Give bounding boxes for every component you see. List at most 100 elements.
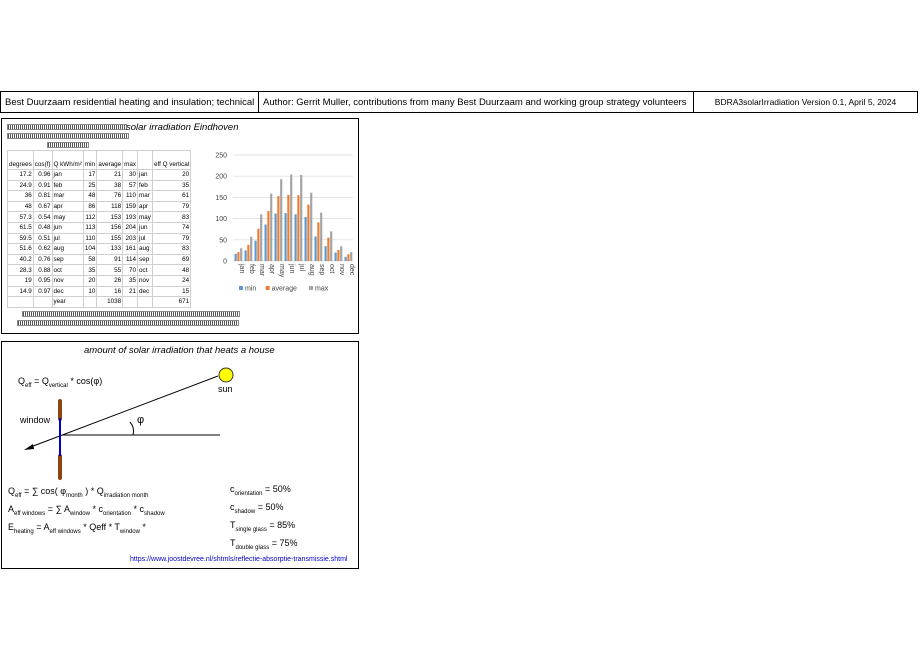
table-cell: 55 bbox=[96, 264, 124, 276]
table-cell: 110 bbox=[122, 190, 139, 202]
bar-min bbox=[304, 216, 307, 261]
table-cell: degrees bbox=[7, 150, 34, 170]
panel-title: amount of solar irradiation that heats a… bbox=[84, 345, 275, 356]
table-cell: min bbox=[82, 150, 98, 170]
hatch-bar bbox=[22, 311, 240, 317]
bar-max bbox=[340, 246, 343, 261]
table-cell: 58 bbox=[82, 253, 98, 266]
coef-shadow: cshadow = 50% bbox=[230, 502, 284, 515]
x-tick-label: may bbox=[278, 264, 285, 278]
hatch-bar bbox=[7, 124, 127, 130]
table-cell: 25 bbox=[82, 179, 98, 192]
table-cell: 0.97 bbox=[32, 285, 53, 298]
x-tick-label: jun bbox=[288, 263, 295, 273]
table-row: 51.6 0.62 aug 104 133 161 aug 83 bbox=[7, 243, 192, 255]
table-cell: feb bbox=[137, 179, 153, 192]
table-header-row: degrees cos(f) Q kWh/m² min average max eff Q … bbox=[7, 150, 192, 170]
table-cell: 17 bbox=[82, 169, 98, 181]
table-cell: 79 bbox=[151, 200, 192, 213]
table-cell: 0.54 bbox=[32, 211, 53, 223]
header-bar: Best Duurzaam residential heating and in… bbox=[0, 91, 918, 113]
formula-qeff-vertical: Qeff = Qvertical * cos(φ) bbox=[18, 376, 103, 389]
sun-label: sun bbox=[218, 384, 233, 394]
table-cell: 1038 bbox=[96, 296, 124, 308]
table-cell bbox=[137, 296, 153, 308]
table-cell: 26 bbox=[96, 274, 124, 287]
table-cell: 61.5 bbox=[7, 221, 34, 234]
bar-max bbox=[270, 193, 273, 261]
table-cell: 61 bbox=[151, 190, 192, 202]
bar-average bbox=[297, 195, 300, 261]
table-cell: nov bbox=[137, 274, 153, 287]
table-cell: 91 bbox=[96, 253, 124, 266]
table-cell: 86 bbox=[82, 200, 98, 213]
table-cell: 0.88 bbox=[32, 264, 53, 276]
table-cell: jul bbox=[137, 232, 153, 245]
table-cell bbox=[32, 296, 53, 308]
table-cell: 24.9 bbox=[7, 179, 34, 192]
table-cell: 48 bbox=[7, 200, 34, 213]
bar-average bbox=[307, 204, 310, 261]
legend-label: average bbox=[272, 286, 297, 293]
bar-min bbox=[334, 252, 337, 261]
table-cell: 17.2 bbox=[7, 169, 34, 181]
bar-average bbox=[327, 237, 330, 261]
table-row: 59.5 0.51 jul 110 155 203 jul 79 bbox=[7, 232, 192, 245]
bar-average bbox=[337, 249, 340, 261]
table-cell: 19 bbox=[7, 274, 34, 287]
x-tick-label: aug bbox=[308, 264, 315, 276]
table-cell: 38 bbox=[96, 179, 124, 192]
table-cell: 118 bbox=[96, 200, 124, 213]
table-cell: sep bbox=[137, 253, 153, 266]
table-cell: Q kWh/m² bbox=[51, 150, 84, 170]
table-cell: 21 bbox=[96, 169, 124, 181]
y-tick-label: 150 bbox=[215, 195, 227, 202]
table-cell: 10 bbox=[82, 285, 98, 298]
table-row: 24.9 0.91 feb 25 38 57 feb 35 bbox=[7, 179, 192, 192]
bar-max bbox=[280, 179, 283, 261]
table-cell: dec bbox=[51, 285, 84, 298]
table-cell: 83 bbox=[151, 243, 192, 255]
legend-swatch bbox=[239, 286, 243, 290]
table-cell: 69 bbox=[151, 253, 192, 266]
table-cell: 0.67 bbox=[32, 200, 53, 213]
legend-label: min bbox=[245, 286, 256, 293]
y-tick-label: 100 bbox=[215, 216, 227, 223]
table-cell: 79 bbox=[151, 232, 192, 245]
table-cell: mar bbox=[51, 190, 84, 202]
table-cell: oct bbox=[137, 264, 153, 276]
hatch-bar bbox=[47, 142, 89, 148]
y-tick-label: 200 bbox=[215, 174, 227, 181]
table-cell: 35 bbox=[122, 274, 139, 287]
table-cell: 0.76 bbox=[32, 253, 53, 266]
table-cell: 114 bbox=[122, 253, 139, 266]
table-cell: 16 bbox=[96, 285, 124, 298]
table-cell: 204 bbox=[122, 221, 139, 234]
table-cell: 76 bbox=[96, 190, 124, 202]
table-row: year 1038 671 bbox=[7, 296, 192, 308]
bar-min bbox=[274, 213, 277, 261]
hatch-bar bbox=[17, 320, 239, 326]
table-cell: 110 bbox=[82, 232, 98, 245]
angle-arc bbox=[129, 421, 135, 436]
table-cell: mar bbox=[137, 190, 153, 202]
coef-double-glass: Tdouble glass = 75% bbox=[230, 538, 298, 551]
table-cell: 83 bbox=[151, 211, 192, 223]
table-cell: jun bbox=[137, 221, 153, 234]
bar-max bbox=[300, 174, 303, 261]
table-row: 17.2 0.96 jan 17 21 30 jan 20 bbox=[7, 169, 192, 181]
panel-title: solar irradiation Eindhoven bbox=[126, 122, 239, 133]
table-cell: 24 bbox=[151, 274, 192, 287]
x-tick-label: oct bbox=[328, 264, 335, 273]
source-link[interactable]: https://www.joostdevree.nl/shtmls/reflec… bbox=[130, 556, 347, 563]
bar-average bbox=[237, 252, 240, 261]
bar-min bbox=[254, 240, 257, 261]
table-cell: may bbox=[137, 211, 153, 223]
table-cell: aug bbox=[137, 243, 153, 255]
x-tick-label: dec bbox=[348, 264, 355, 276]
header-version: BDRA3solarIrradiation Version 0.1, April… bbox=[714, 97, 897, 107]
table-cell: 161 bbox=[122, 243, 139, 255]
table-cell: 0.48 bbox=[32, 221, 53, 234]
table-cell: 20 bbox=[151, 169, 192, 181]
bar-average bbox=[277, 196, 280, 261]
